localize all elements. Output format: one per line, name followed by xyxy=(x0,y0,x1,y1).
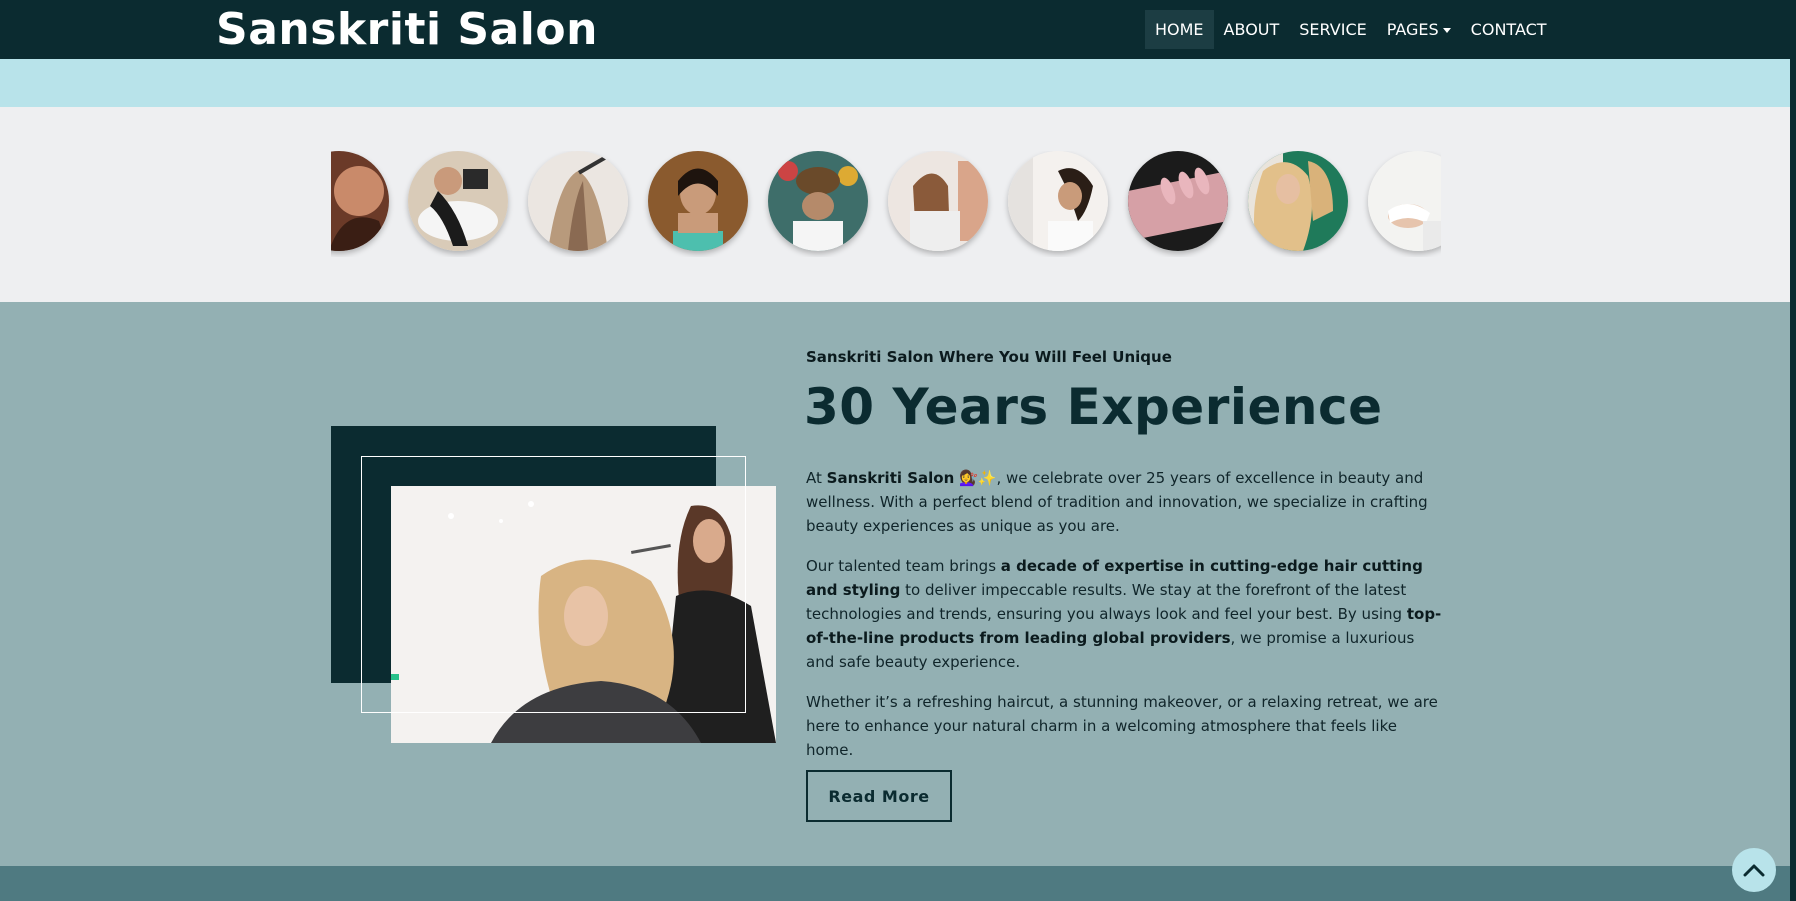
nav-label: SERVICE xyxy=(1299,20,1367,39)
nav-item-home[interactable]: HOME xyxy=(1145,10,1214,49)
nav-label: HOME xyxy=(1155,20,1204,39)
about-section: Sanskriti Salon Where You Will Feel Uniq… xyxy=(0,302,1790,866)
hair-drying-photo-icon xyxy=(888,151,988,251)
main-nav: HOME ABOUT SERVICE PAGES CONTACT xyxy=(1145,10,1557,49)
image-carousel[interactable] xyxy=(331,151,1441,257)
top-banner-strip xyxy=(0,59,1790,107)
ear-care-photo-icon xyxy=(648,151,748,251)
facial-treatment-photo-icon xyxy=(1368,151,1441,251)
read-more-button[interactable]: Read More xyxy=(806,770,952,822)
blonde-waves-photo-icon xyxy=(1248,151,1348,251)
page-scrollbar[interactable] xyxy=(1790,0,1796,901)
hair-wash-photo-icon xyxy=(408,151,508,251)
text: At xyxy=(806,469,827,487)
about-paragraph-1: At Sanskriti Salon 💇‍♀️✨, we celebrate o… xyxy=(806,466,1446,538)
navbar: Sanskriti Salon HOME ABOUT SERVICE PAGES… xyxy=(0,0,1790,59)
chevron-up-icon xyxy=(1743,864,1765,877)
about-tagline: Sanskriti Salon Where You Will Feel Uniq… xyxy=(806,348,1172,366)
gallery-image[interactable] xyxy=(1248,151,1348,251)
gallery-image[interactable] xyxy=(648,151,748,251)
hair-styling-photo-icon xyxy=(331,151,389,251)
head-massage-photo-icon xyxy=(768,151,868,251)
nav-item-contact[interactable]: CONTACT xyxy=(1461,10,1557,49)
gallery-image[interactable] xyxy=(1128,151,1228,251)
about-paragraph-2: Our talented team brings a decade of exp… xyxy=(806,554,1446,674)
brand-name-bold: Sanskriti Salon xyxy=(826,469,955,487)
gallery-image[interactable] xyxy=(528,151,628,251)
gallery-image[interactable] xyxy=(1008,151,1108,251)
nav-item-pages[interactable]: PAGES xyxy=(1377,10,1461,49)
decorative-outline-frame xyxy=(361,456,746,713)
gallery-image[interactable] xyxy=(768,151,868,251)
nav-item-service[interactable]: SERVICE xyxy=(1289,10,1376,49)
gallery-image[interactable] xyxy=(1368,151,1441,251)
gallery-image[interactable] xyxy=(888,151,988,251)
gallery-image[interactable] xyxy=(408,151,508,251)
manicure-photo-icon xyxy=(1128,151,1228,251)
hair-coloring-photo-icon xyxy=(528,151,628,251)
nav-item-about[interactable]: ABOUT xyxy=(1214,10,1290,49)
text: Our talented team brings xyxy=(806,557,1001,575)
nav-label: ABOUT xyxy=(1223,20,1280,39)
gallery-image[interactable] xyxy=(331,151,389,251)
emoji: 💇‍♀️✨ xyxy=(959,469,997,487)
caret-down-icon xyxy=(1442,28,1451,33)
about-heading: 30 Years Experience xyxy=(804,378,1383,436)
brand-logo[interactable]: Sanskriti Salon xyxy=(216,4,598,55)
about-paragraph-3: Whether it’s a refreshing haircut, a stu… xyxy=(806,693,1438,759)
underarm-care-photo-icon xyxy=(1008,151,1108,251)
accent-marker xyxy=(391,674,399,680)
next-section-band xyxy=(0,866,1790,901)
nav-label: CONTACT xyxy=(1470,20,1547,39)
gallery-section xyxy=(0,107,1790,302)
back-to-top-button[interactable] xyxy=(1732,848,1776,892)
nav-label: PAGES xyxy=(1386,20,1439,39)
